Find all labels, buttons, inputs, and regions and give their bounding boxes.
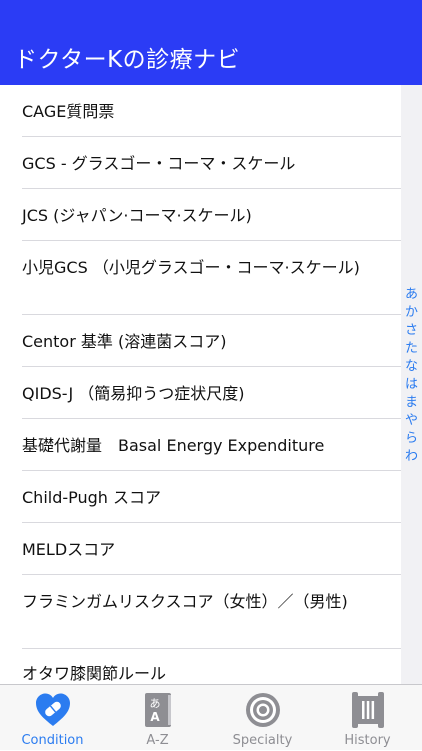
list-item[interactable]: QIDS-J （簡易抑うつ症状尺度) <box>0 367 401 419</box>
list-item-label: 基礎代謝量 Basal Energy Expenditure <box>22 436 325 455</box>
index-letter[interactable]: な <box>401 359 422 375</box>
list-item-label: フラミンガムリスクスコア（女性）／（男性) <box>22 592 348 611</box>
list-item[interactable]: JCS (ジャパン·コーマ·スケール) <box>0 189 401 241</box>
index-letter[interactable]: か <box>401 305 422 321</box>
index-letter[interactable]: わ <box>401 449 422 465</box>
list-item[interactable]: MELDスコア <box>0 523 401 575</box>
index-letter[interactable]: や <box>401 413 422 429</box>
index-letter[interactable]: た <box>401 341 422 357</box>
navigation-bar: ドクターKの診療ナビ <box>0 0 422 85</box>
list-item[interactable]: CAGE質問票 <box>0 85 401 137</box>
list-item-label: Child-Pugh スコア <box>22 488 162 507</box>
tab-specialty-label: Specialty <box>232 733 293 748</box>
index-letter[interactable]: ま <box>401 395 422 411</box>
list-item[interactable]: GCS - グラスゴー・コーマ・スケール <box>0 137 401 189</box>
list-item-label: MELDスコア <box>22 540 116 559</box>
section-index-bar[interactable]: あ か さ た な は ま や ら わ <box>401 85 422 684</box>
condition-list[interactable]: CAGE質問票 GCS - グラスゴー・コーマ・スケール JCS (ジャパン·コ… <box>0 85 401 684</box>
list-item-label: 小児GCS （小児グラスゴー・コーマ·スケール) <box>22 258 360 277</box>
list-item-label: Centor 基準 (溶連菌スコア) <box>22 332 227 351</box>
svg-text:あ: あ <box>149 697 160 710</box>
list-item-label: QIDS-J （簡易抑うつ症状尺度) <box>22 384 245 403</box>
app-title: ドクターKの診療ナビ <box>14 47 241 73</box>
list-item[interactable]: フラミンガムリスクスコア（女性）／（男性) <box>0 575 401 649</box>
list-item-label: JCS (ジャパン·コーマ·スケール) <box>22 206 252 225</box>
list-item-label: オタワ膝関節ルール <box>22 664 167 683</box>
list-item[interactable]: 小児GCS （小児グラスゴー・コーマ·スケール) <box>0 241 401 315</box>
tab-history[interactable]: History <box>315 685 420 751</box>
list-item-label: GCS - グラスゴー・コーマ・スケール <box>22 154 296 173</box>
tab-a-z-label: A-Z <box>146 733 169 748</box>
tab-condition[interactable]: Condition <box>0 685 105 751</box>
tab-specialty[interactable]: Specialty <box>210 685 315 751</box>
tab-bar: Condition あ A A-Z Specialty History <box>0 684 422 750</box>
tab-history-label: History <box>344 733 391 748</box>
list-item[interactable]: Child-Pugh スコア <box>0 471 401 523</box>
target-icon <box>245 693 280 727</box>
index-letter[interactable]: ら <box>401 431 422 447</box>
history-scroll-icon <box>351 692 384 728</box>
heart-pill-icon <box>35 693 70 726</box>
list-item[interactable]: 基礎代謝量 Basal Energy Expenditure <box>0 419 401 471</box>
tab-a-z[interactable]: あ A A-Z <box>105 685 210 751</box>
dictionary-book-icon: あ A <box>144 693 171 727</box>
index-letter[interactable]: さ <box>401 323 422 339</box>
list-item-label: CAGE質問票 <box>22 102 115 121</box>
index-letter[interactable]: あ <box>401 287 422 303</box>
list-item[interactable]: オタワ膝関節ルール <box>0 649 401 684</box>
tab-condition-label: Condition <box>21 733 84 748</box>
index-letter[interactable]: は <box>401 377 422 393</box>
list-item[interactable]: Centor 基準 (溶連菌スコア) <box>0 315 401 367</box>
svg-text:A: A <box>150 710 160 724</box>
